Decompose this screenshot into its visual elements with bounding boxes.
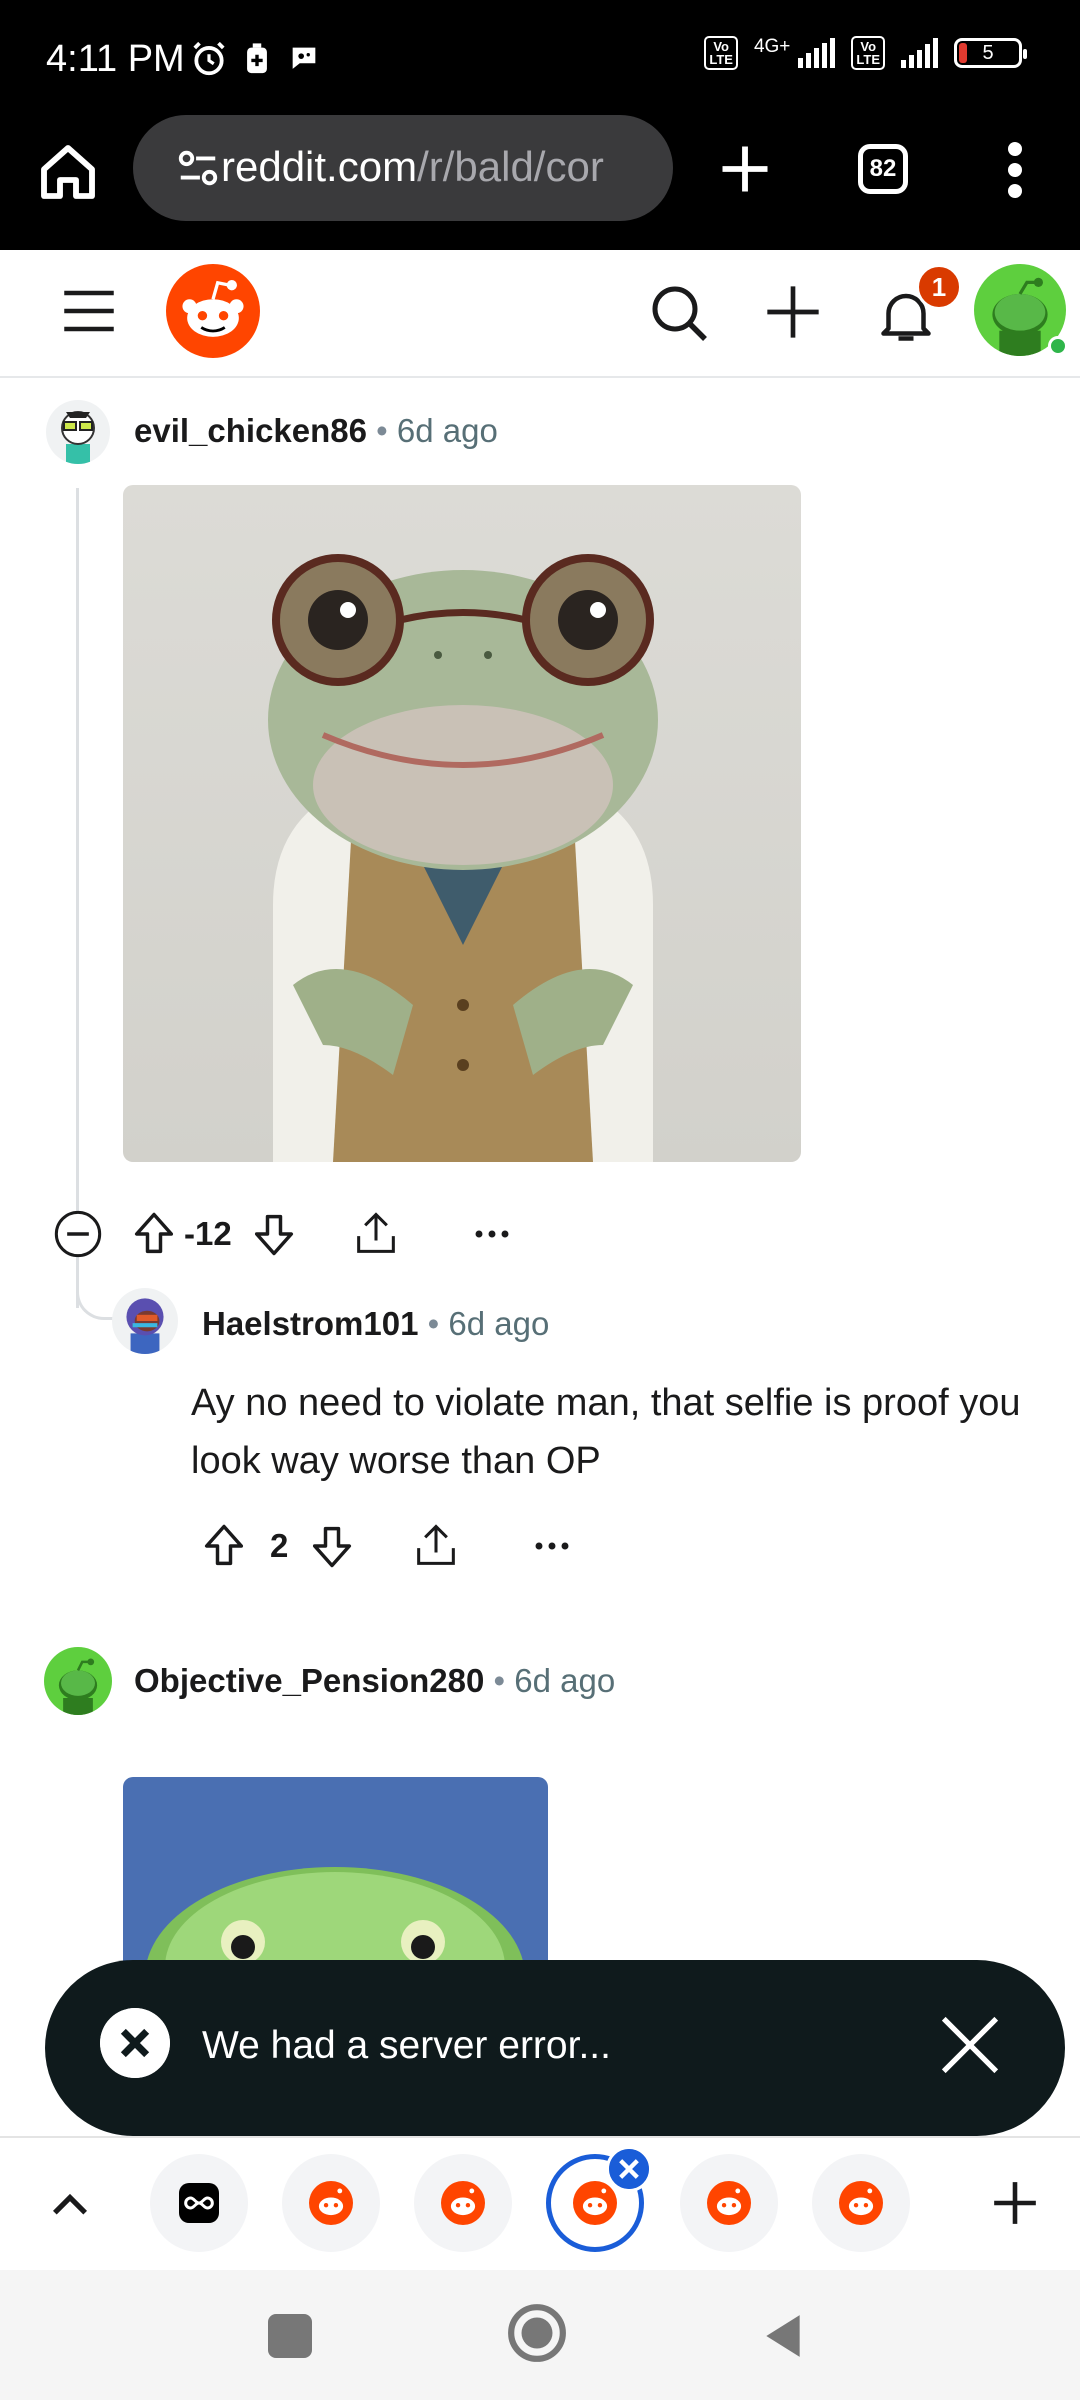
avatar[interactable] <box>112 1288 178 1354</box>
reddit-logo-icon <box>573 2181 617 2225</box>
user-avatar-icon <box>61 411 95 464</box>
url-path: /r/bald/cor <box>417 143 604 190</box>
reddit-logo-icon[interactable] <box>166 264 260 358</box>
reddit-header: 1 <box>0 250 1080 378</box>
chat-bubble-icon <box>292 47 316 69</box>
snoo-avatar-icon <box>58 1658 98 1715</box>
vote-score: -12 <box>184 1215 232 1252</box>
frog-image-icon <box>145 1867 525 1967</box>
reddit-logo-icon <box>707 2181 751 2225</box>
upvote-icon[interactable] <box>198 1520 250 1572</box>
share-icon[interactable] <box>350 1208 402 1260</box>
more-options-icon[interactable] <box>466 1208 518 1260</box>
user-avatar-icon <box>126 1298 164 1354</box>
url-host: reddit.com <box>221 143 418 190</box>
add-tab-icon[interactable] <box>990 2178 1040 2228</box>
tab-thumbnail[interactable] <box>680 2154 778 2252</box>
comment-username[interactable]: evil_chicken86 <box>134 412 367 449</box>
separator-dot: • <box>493 1662 515 1699</box>
downvote-icon[interactable] <box>248 1208 300 1260</box>
comment-header: Objective_Pension280 • 6d ago <box>134 1662 615 1700</box>
vote-score: 2 <box>270 1527 289 1564</box>
comment-actions: 2 <box>198 1520 578 1572</box>
battery-level: 5 <box>982 42 994 64</box>
back-button-icon[interactable] <box>758 2310 808 2362</box>
browser-home-icon[interactable] <box>36 140 100 204</box>
comment-timestamp: 6d ago <box>396 412 498 449</box>
signal-strength-icon-1 <box>798 38 836 68</box>
reddit-logo-icon <box>309 2181 353 2225</box>
tab-thumbnail[interactable] <box>812 2154 910 2252</box>
menu-icon[interactable] <box>62 288 116 334</box>
comment-timestamp: 6d ago <box>514 1662 616 1699</box>
error-snackbar: We had a server error... <box>45 1960 1065 2136</box>
comment-timestamp: 6d ago <box>448 1305 550 1342</box>
battery-saver-icon <box>247 43 267 74</box>
home-button-icon[interactable] <box>506 2302 568 2364</box>
comment-body: Ay no need to violate man, that selfie i… <box>191 1382 1021 1482</box>
search-icon[interactable] <box>650 284 710 344</box>
infinity-app-icon <box>179 2183 219 2223</box>
separator-dot: • <box>427 1305 449 1342</box>
collapse-thread-icon[interactable] <box>52 1208 104 1260</box>
status-notification-icons <box>190 40 322 78</box>
avatar[interactable] <box>44 1647 112 1715</box>
close-tab-icon[interactable] <box>606 2146 652 2192</box>
browser-menu-icon[interactable] <box>1000 142 1030 198</box>
snackbar-message: We had a server error... <box>202 2024 611 2067</box>
url-text: reddit.com/r/bald/cor <box>221 143 661 191</box>
frog-with-glasses-image-icon <box>268 554 658 1162</box>
upvote-icon[interactable] <box>128 1208 180 1260</box>
comment-actions: -12 <box>52 1208 518 1260</box>
error-icon <box>100 2008 170 2078</box>
address-bar[interactable]: reddit.com/r/bald/cor <box>133 115 673 221</box>
avatar[interactable] <box>46 400 110 464</box>
comment-header: Haelstrom101 • 6d ago <box>202 1305 549 1343</box>
site-settings-icon[interactable] <box>175 145 221 191</box>
status-bar: 4:11 PM Vo LTE 4G+ Vo LTE 5 <box>0 0 1080 118</box>
reddit-logo-icon <box>441 2181 485 2225</box>
battery-icon: 5 <box>954 38 1027 68</box>
recents-button[interactable] <box>268 2314 312 2358</box>
volte-badge-2: Vo LTE <box>851 36 885 70</box>
tab-thumbnail[interactable] <box>282 2154 380 2252</box>
downvote-icon[interactable] <box>306 1520 358 1572</box>
status-time: 4:11 PM <box>46 38 185 80</box>
tab-thumbnail[interactable] <box>150 2154 248 2252</box>
signal-strength-icon-2 <box>901 38 938 68</box>
close-icon[interactable] <box>935 2010 1005 2080</box>
system-navigation-bar <box>0 2270 1080 2400</box>
alarm-icon <box>193 41 225 76</box>
comment-image[interactable] <box>123 1777 548 1967</box>
separator-dot: • <box>376 412 397 449</box>
share-icon[interactable] <box>410 1520 462 1572</box>
notification-count-badge: 1 <box>916 264 962 310</box>
create-post-icon[interactable] <box>765 284 821 340</box>
more-options-icon[interactable] <box>526 1520 578 1572</box>
reddit-logo-icon <box>839 2181 883 2225</box>
thread-line[interactable] <box>76 488 79 1308</box>
network-type-label: 4G+ <box>753 36 791 57</box>
status-system-icons: Vo LTE 4G+ Vo LTE 5 <box>704 36 1027 70</box>
comment-username[interactable]: Objective_Pension280 <box>134 1662 484 1699</box>
browser-tab-strip <box>0 2136 1080 2270</box>
chevron-up-icon[interactable] <box>44 2178 96 2230</box>
volte-badge-1: Vo LTE <box>704 36 738 70</box>
new-tab-icon[interactable] <box>718 142 772 196</box>
online-status-dot <box>1048 336 1068 356</box>
comment-image[interactable] <box>123 485 801 1162</box>
tab-switcher-button[interactable]: 82 <box>858 144 908 194</box>
comment-header: evil_chicken86 • 6d ago <box>134 412 498 450</box>
comment-username[interactable]: Haelstrom101 <box>202 1305 418 1342</box>
tab-thumbnail[interactable] <box>414 2154 512 2252</box>
